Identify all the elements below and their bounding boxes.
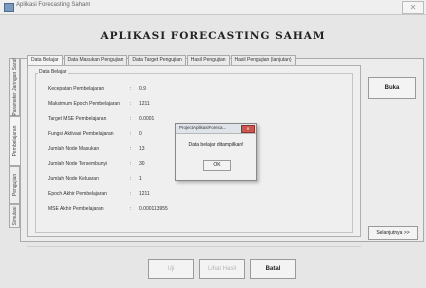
dialog-ok-button[interactable]: OK — [203, 160, 231, 171]
field-colon: : — [130, 176, 132, 182]
uji-button[interactable]: Uji — [148, 259, 194, 279]
field-label: Jumlah Node Masukan — [48, 146, 100, 152]
side-tab-simulasi[interactable]: Simulasi — [9, 204, 20, 228]
field-colon: : — [130, 86, 132, 92]
field-colon: : — [130, 191, 132, 197]
title-bar: Aplikasi Forecasting Saham ✕ — [0, 0, 426, 15]
selanjutnya-button[interactable]: Selanjutnya >> — [368, 226, 418, 240]
side-tab-parameter[interactable]: Parameter Jaringan Saraf — [9, 58, 20, 116]
field-label: Jumlah Node Tersembunyi — [48, 161, 108, 167]
tab-strip: Data Belajar Data Masukan Pengujian Data… — [27, 55, 297, 65]
field-value: 0.9 — [139, 86, 146, 92]
tab-hasil-pengujian-lanjutan[interactable]: Hasil Pengujian (lanjutan) — [230, 55, 296, 65]
lihat-hasil-button[interactable]: Lihat Hasil — [199, 259, 245, 279]
group-label: Data Belajar — [38, 69, 68, 75]
field-value: 13 — [139, 146, 145, 152]
field-colon: : — [130, 101, 132, 107]
dialog-close-button[interactable]: ✕ — [241, 125, 255, 133]
dialog-message: Data belajar ditampilkan! — [188, 142, 244, 148]
field-value: 0 — [139, 131, 142, 137]
field-label: MSE Akhir Pembelajaran — [48, 206, 104, 212]
side-tab-pengujian[interactable]: Pengujian — [9, 166, 20, 204]
field-value: 1211 — [139, 191, 150, 197]
dialog-title-bar: ProjectAplikasiForeca... ✕ — [176, 124, 256, 134]
field-value: 0.000113955 — [139, 206, 168, 212]
tab-data-masukan-pengujian[interactable]: Data Masukan Pengujian — [63, 55, 128, 65]
field-colon: : — [130, 161, 132, 167]
side-tab-strip: Simulasi Pengujian Pembelajaran Paramete… — [9, 58, 20, 242]
app-heading: APLIKASI FORECASTING SAHAM — [100, 30, 326, 42]
window-title: Aplikasi Forecasting Saham — [16, 2, 91, 8]
field-value: 30 — [139, 161, 145, 167]
side-tab-label: Parameter Jaringan Saraf — [11, 58, 18, 116]
tab-hasil-pengujian[interactable]: Hasil Pengujian — [186, 55, 230, 65]
side-tab-pembelajaran[interactable]: Pembelajaran — [9, 116, 20, 166]
tab-data-target-pengujian[interactable]: Data Target Pengujian — [128, 55, 186, 65]
buka-button[interactable]: Buka — [368, 77, 416, 99]
field-colon: : — [130, 146, 132, 152]
field-value: 1 — [139, 176, 142, 182]
field-colon: : — [130, 206, 132, 212]
side-tab-label: Pembelajaran — [12, 125, 18, 157]
tab-data-belajar[interactable]: Data Belajar — [27, 55, 63, 65]
field-colon: : — [130, 116, 132, 122]
app-icon — [4, 3, 14, 12]
field-label: Kecepatan Pembelajaran — [48, 86, 105, 92]
app-window: Aplikasi Forecasting Saham ✕ APLIKASI FO… — [0, 0, 426, 288]
side-tab-label: Simulasi — [11, 206, 18, 226]
batal-button[interactable]: Batal — [250, 259, 296, 279]
field-colon: : — [130, 131, 132, 137]
message-dialog: ProjectAplikasiForeca... ✕ Data belajar … — [175, 123, 257, 181]
field-label: Jumlah Node Keluaran — [48, 176, 99, 182]
divider — [27, 246, 361, 247]
field-label: Maksimum Epoch Pembelajaran — [48, 101, 120, 107]
field-value: 0.0001 — [139, 116, 155, 122]
field-value: 1211 — [139, 101, 150, 107]
window-close-button[interactable]: ✕ — [402, 1, 424, 14]
dialog-title: ProjectAplikasiForeca... — [179, 125, 227, 130]
field-label: Target MSE Pembelajaran — [48, 116, 107, 122]
field-label: Fungsi Aktivasi Pembelajaran — [48, 131, 114, 137]
field-label: Epoch Akhir Pembelajaran — [48, 191, 107, 197]
side-tab-label: Pengujian — [11, 173, 18, 197]
